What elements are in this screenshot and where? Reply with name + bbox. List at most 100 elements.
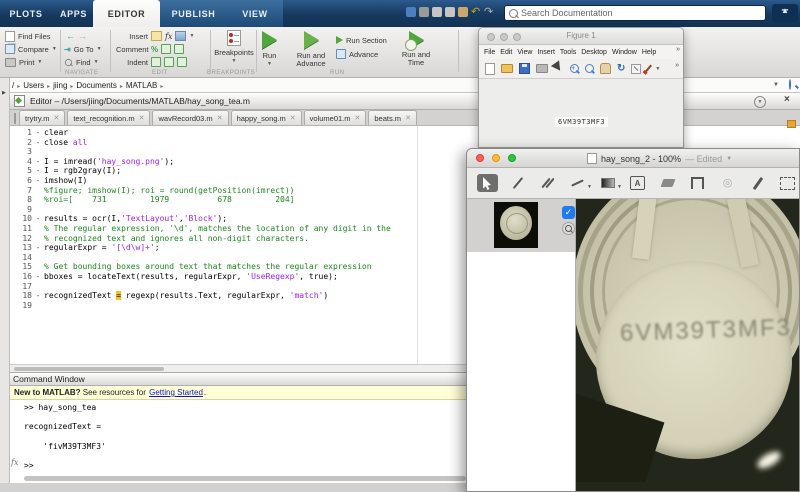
figure-menu-help[interactable]: Help [642, 49, 656, 56]
scrollbar-thumb[interactable] [24, 476, 466, 481]
crop-tool[interactable] [687, 174, 708, 192]
line-number[interactable]: 1 [10, 128, 32, 138]
line-number[interactable]: 2 [10, 138, 32, 148]
wrap-comments-icon[interactable] [174, 44, 185, 54]
editor-tab-trytry.m[interactable]: trytry.m ✕ [19, 110, 66, 125]
pen-tool[interactable] [747, 174, 768, 192]
indent-right-icon[interactable] [164, 57, 174, 67]
insert-row[interactable]: Insert fx ▼ [116, 31, 194, 41]
insert-section-icon[interactable] [151, 31, 162, 41]
breadcrumb-segment[interactable]: / [12, 81, 14, 90]
editor-tab-wavRecord03.m[interactable]: wavRecord03.m ✕ [152, 110, 229, 125]
search-documentation-box[interactable]: Search Documentation [504, 5, 766, 21]
figure-menu-view[interactable]: View [517, 49, 532, 56]
editor-tab-text_recognition.m[interactable]: text_recognition.m ✕ [67, 110, 151, 125]
edited-label[interactable]: — Edited [685, 154, 722, 164]
ribbon-tab-plots[interactable]: PLOTS [0, 0, 52, 27]
line-number[interactable]: 18 [10, 291, 32, 301]
save-figure-icon[interactable] [519, 63, 530, 74]
line-number[interactable]: 16 [10, 272, 32, 282]
print-figure-icon[interactable] [536, 64, 548, 73]
minimize-window-button[interactable] [492, 154, 500, 162]
comment-row[interactable]: Comment % [116, 44, 185, 54]
menu-overflow-icon[interactable]: » [676, 46, 680, 53]
minimize-ribbon-button[interactable]: ▲ ▔ [772, 4, 798, 22]
text-tool[interactable]: A [627, 174, 648, 192]
zoom-in-icon[interactable]: + [570, 64, 579, 73]
zoom-window-button[interactable] [508, 154, 516, 162]
toolbar-dropdown-icon[interactable]: ▼ [655, 66, 660, 72]
breadcrumb-dropdown-icon[interactable]: ▼ [773, 82, 779, 88]
line-number[interactable]: 9 [10, 205, 32, 215]
ribbon-tab-publish[interactable]: PUBLISH [160, 0, 227, 27]
select-tool[interactable] [477, 174, 498, 192]
tab-close-icon[interactable]: ✕ [53, 114, 59, 122]
goto-button[interactable]: ⇥ Go To ▼ [64, 44, 102, 54]
figure-window[interactable]: Figure 1 File Edit View Insert Tools Desktop W… [478, 27, 684, 148]
ribbon-tab-view[interactable]: VIEW [227, 0, 283, 27]
tab-close-icon[interactable]: ✕ [139, 114, 145, 122]
breakpoints-button[interactable]: Breakpoints ▼ [213, 30, 255, 65]
function-hints-icon[interactable]: fx [11, 458, 18, 467]
line-number[interactable]: 19 [10, 301, 32, 311]
pencil-tool[interactable] [507, 174, 528, 192]
line-number[interactable]: 3 [10, 147, 32, 157]
tab-close-icon[interactable]: ✕ [290, 114, 296, 122]
new-figure-icon[interactable] [485, 62, 495, 75]
figure-menu-edit[interactable]: Edit [500, 49, 512, 56]
line-number[interactable]: 8 [10, 195, 32, 205]
breadcrumb-segment[interactable]: Users [23, 81, 44, 90]
editor-minimize-button[interactable]: ▼ [754, 96, 766, 108]
data-cursor-icon[interactable] [631, 63, 642, 74]
line-number[interactable]: 5 [10, 166, 32, 176]
image-editor-window[interactable]: hay_song_2 - 100% — Edited ▼ ▼ ▼ A ◎ ✓ 6… [466, 148, 800, 492]
comment-icon[interactable]: % [151, 45, 158, 54]
scrollbar-thumb[interactable] [14, 367, 164, 371]
title-dropdown-icon[interactable]: ▼ [726, 156, 732, 162]
figure-menu-tools[interactable]: Tools [560, 49, 576, 56]
run-and-time-button[interactable]: Run and Time [398, 31, 434, 67]
toolbar-overflow-icon[interactable]: » [675, 62, 679, 69]
run-and-advance-button[interactable]: Run and Advance [291, 31, 331, 68]
insert-image-icon[interactable] [175, 31, 187, 41]
figure-menu-file[interactable]: File [484, 49, 495, 56]
tab-close-icon[interactable]: ✕ [405, 114, 411, 122]
stroke-width-tool[interactable]: ▼ [597, 174, 622, 192]
open-file-icon[interactable] [501, 64, 513, 73]
line-number[interactable]: 15 [10, 262, 32, 272]
breadcrumb-search-icon[interactable] [789, 79, 791, 90]
line-number[interactable]: 11 [10, 224, 32, 234]
editor-tab-beats.m[interactable]: beats.m ✕ [368, 110, 417, 125]
line-number[interactable]: 14 [10, 253, 32, 263]
image-thumbnail[interactable] [494, 202, 538, 248]
tab-close-icon[interactable]: ✕ [355, 114, 361, 122]
breadcrumb-segment[interactable]: MATLAB [126, 81, 157, 90]
new-script-icon[interactable] [406, 7, 416, 17]
breadcrumb-segment[interactable]: Documents [76, 81, 116, 90]
spiral-tool[interactable]: ◎ [717, 174, 738, 192]
advance-button[interactable]: Advance [336, 49, 378, 59]
thumbnail-magnifier-button[interactable] [562, 222, 575, 235]
smart-indent-icon[interactable] [151, 57, 161, 67]
breadcrumb-segment[interactable]: jiing [53, 81, 67, 90]
calligraphy-tool[interactable] [537, 174, 558, 192]
find-files-button[interactable]: Find Files [5, 30, 51, 42]
indent-row[interactable]: Indent [116, 57, 187, 67]
redo-icon[interactable]: ↷ [484, 7, 494, 18]
rotate-3d-icon[interactable]: ↻ [617, 63, 625, 74]
forward-icon[interactable]: → [78, 31, 87, 41]
paste-icon[interactable] [458, 7, 468, 17]
back-icon[interactable]: ← [66, 31, 75, 41]
editor-tab-volume01.m[interactable]: volume01.m ✕ [303, 110, 367, 125]
thumbnail-checkbox[interactable]: ✓ [562, 206, 575, 219]
pointer-tool-icon[interactable] [550, 59, 568, 78]
getting-started-link[interactable]: Getting Started [149, 388, 203, 397]
undo-icon[interactable]: ↶ [471, 7, 481, 18]
run-button[interactable]: Run ▼ [262, 31, 277, 68]
cap-photo[interactable]: 6VM39T3MF3 [576, 199, 799, 491]
line-number[interactable]: 6 [10, 176, 32, 186]
save-icon[interactable] [419, 7, 429, 17]
brush-data-icon[interactable] [644, 64, 653, 73]
editor-close-button[interactable]: × [784, 94, 790, 105]
editor-tab-happy_song.m[interactable]: happy_song.m ✕ [230, 110, 302, 125]
